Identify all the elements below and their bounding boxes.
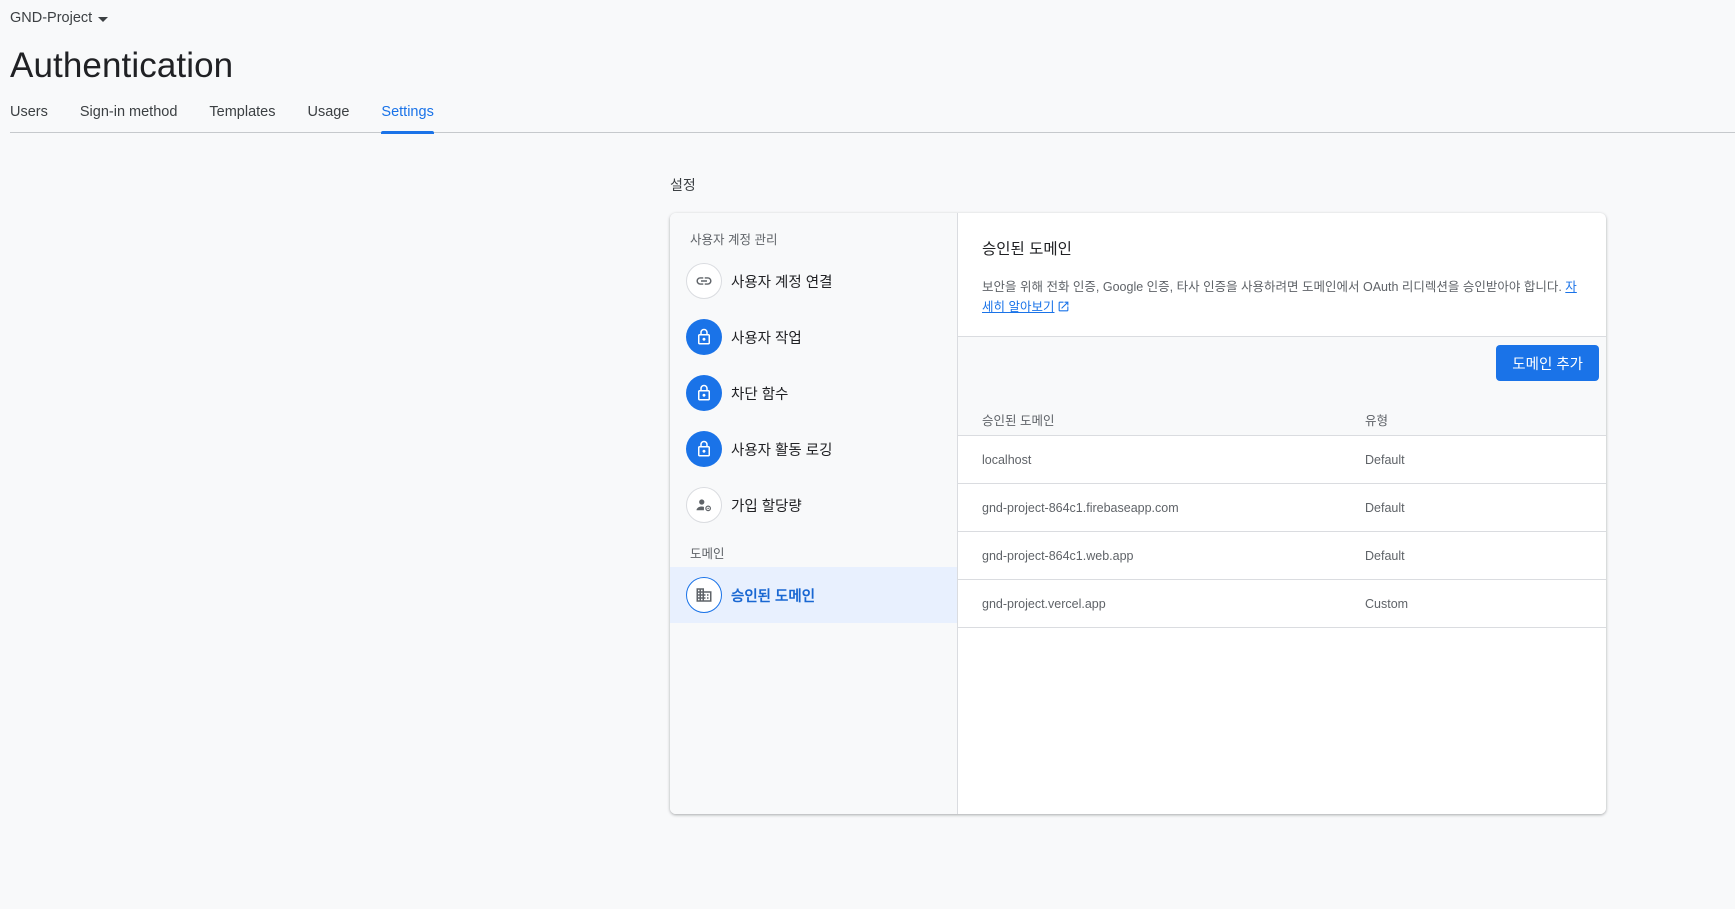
- sidebar-item-label: 승인된 도메인: [731, 588, 816, 605]
- section-label: 설정: [670, 177, 696, 193]
- table-row[interactable]: gnd-project.vercel.app Custom: [958, 580, 1606, 628]
- sidebar-group-domain: 도메인: [690, 547, 725, 561]
- sidebar-item-label: 차단 함수: [731, 386, 789, 403]
- sidebar-item-label: 사용자 활동 로깅: [731, 442, 833, 459]
- panel-header: 승인된 도메인 보안을 위해 전화 인증, Google 인증, 타사 인증을 …: [958, 213, 1606, 337]
- add-domain-button[interactable]: 도메인 추가: [1496, 345, 1599, 381]
- table-header: 승인된 도메인 유형: [958, 389, 1606, 436]
- type-cell: Default: [1365, 548, 1405, 563]
- sidebar-item-account-linking[interactable]: 사용자 계정 연결: [670, 253, 957, 309]
- settings-card: 사용자 계정 관리 사용자 계정 연결 사용자 작업 차단 함수 사용자 활동 …: [670, 213, 1606, 814]
- type-cell: Custom: [1365, 596, 1409, 611]
- table-empty-area: [958, 628, 1606, 814]
- lock-icon: [686, 319, 722, 355]
- type-cell: Default: [1365, 452, 1405, 467]
- table-row[interactable]: gnd-project-864c1.web.app Default: [958, 532, 1606, 580]
- table-row[interactable]: gnd-project-864c1.firebaseapp.com Defaul…: [958, 484, 1606, 532]
- sidebar-group-account: 사용자 계정 관리: [690, 233, 778, 247]
- column-header-domain: 승인된 도메인: [982, 414, 1055, 428]
- user-settings-icon: [686, 487, 722, 523]
- type-cell: Default: [1365, 500, 1405, 515]
- domain-icon: [686, 577, 722, 613]
- project-switcher[interactable]: GND-Project: [10, 10, 109, 26]
- panel-toolbar: 도메인 추가: [958, 337, 1606, 389]
- tab-settings[interactable]: Settings: [381, 102, 435, 134]
- tab-sign-in-method[interactable]: Sign-in method: [80, 102, 178, 133]
- sidebar-item-user-actions[interactable]: 사용자 작업: [670, 309, 957, 365]
- panel-description: 보안을 위해 전화 인증, Google 인증, 타사 인증을 사용하려면 도메…: [982, 277, 1582, 317]
- open-in-new-icon: [1059, 301, 1069, 312]
- sidebar-item-signup-quota[interactable]: 가입 할당량: [670, 477, 957, 533]
- sidebar-item-authorized-domains[interactable]: 승인된 도메인: [670, 567, 957, 623]
- table-row[interactable]: localhost Default: [958, 436, 1606, 484]
- page-title: Authentication: [10, 46, 234, 85]
- project-name: GND-Project: [10, 10, 93, 26]
- sidebar-item-label: 사용자 계정 연결: [731, 274, 833, 291]
- lock-icon: [686, 375, 722, 411]
- tab-users[interactable]: Users: [10, 102, 48, 133]
- tab-bar: Users Sign-in method Templates Usage Set…: [10, 102, 1735, 134]
- link-icon: [686, 263, 722, 299]
- panel-title: 승인된 도메인: [982, 241, 1072, 258]
- settings-sidebar: 사용자 계정 관리 사용자 계정 연결 사용자 작업 차단 함수 사용자 활동 …: [670, 213, 958, 814]
- description-text: 보안을 위해 전화 인증, Google 인증, 타사 인증을 사용하려면 도메…: [982, 280, 1566, 294]
- sidebar-item-blocking-functions[interactable]: 차단 함수: [670, 365, 957, 421]
- domain-cell: localhost: [982, 452, 1032, 467]
- sidebar-item-activity-logging[interactable]: 사용자 활동 로깅: [670, 421, 957, 477]
- sidebar-item-label: 가입 할당량: [731, 498, 802, 515]
- tab-templates[interactable]: Templates: [209, 102, 275, 133]
- domain-cell: gnd-project-864c1.firebaseapp.com: [982, 500, 1179, 515]
- tab-usage[interactable]: Usage: [308, 102, 350, 133]
- authorized-domains-panel: 승인된 도메인 보안을 위해 전화 인증, Google 인증, 타사 인증을 …: [958, 213, 1606, 814]
- column-header-type: 유형: [1365, 414, 1389, 428]
- domain-cell: gnd-project.vercel.app: [982, 596, 1106, 611]
- lock-icon: [686, 431, 722, 467]
- sidebar-item-label: 사용자 작업: [731, 330, 802, 347]
- domain-cell: gnd-project-864c1.web.app: [982, 548, 1134, 563]
- chevron-down-icon: [98, 16, 109, 22]
